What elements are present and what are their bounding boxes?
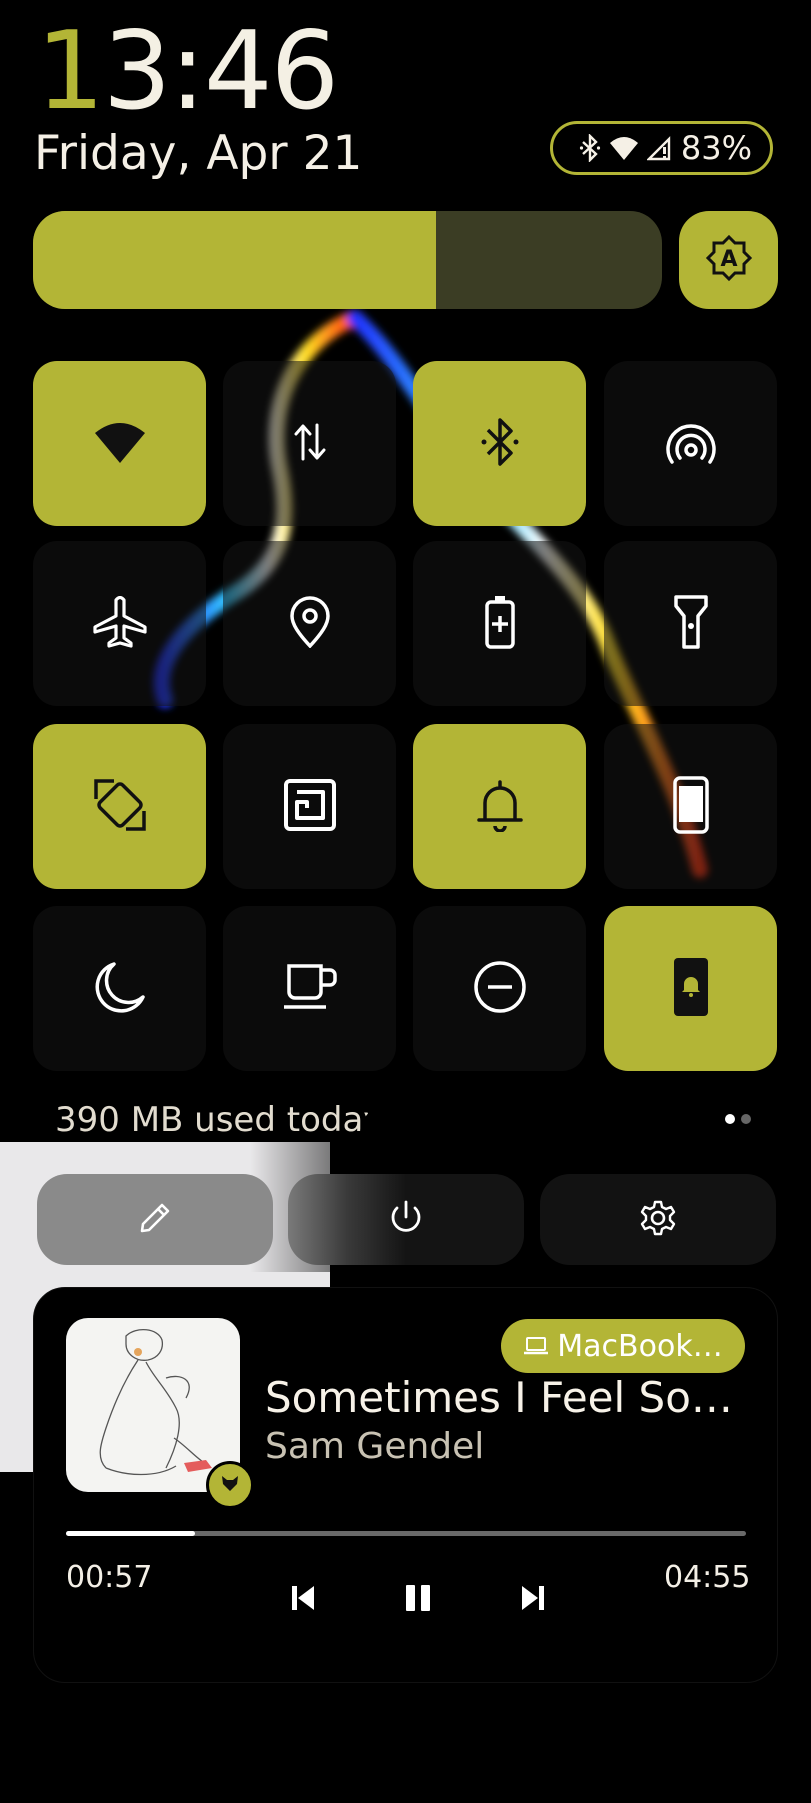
tile-caffeine[interactable] [223,906,396,1071]
data-arrows-icon [293,421,327,467]
previous-button[interactable] [278,1578,328,1622]
laptop-icon [523,1329,549,1364]
previous-icon [290,1584,316,1616]
location-icon [289,595,331,652]
minus-circle-icon [472,959,528,1019]
fox-icon [220,1473,240,1497]
total-time: 04:55 [664,1560,751,1595]
next-icon [520,1584,546,1616]
edit-button[interactable] [37,1174,273,1265]
clock-hour-digit: 1 [36,9,105,134]
moon-icon [94,961,146,1017]
app-badge [206,1461,254,1509]
tile-auto-rotate[interactable] [33,724,206,889]
tile-mobile-data[interactable] [223,361,396,526]
tile-ring-mode[interactable] [604,906,777,1071]
flashlight-icon [673,594,709,654]
pause-button[interactable] [393,1578,443,1622]
data-usage-label[interactable]: 390 MB used today [55,1100,383,1140]
tile-dnd[interactable] [413,906,586,1071]
wifi-icon [94,420,146,468]
pause-icon [403,1584,433,1616]
phone-icon [672,775,710,839]
airplane-icon [92,595,148,652]
tile-bluetooth[interactable] [413,361,586,526]
phone-bell-icon [672,956,710,1022]
battery-percent: 83% [680,129,752,167]
tile-nfc[interactable] [223,724,396,889]
tile-hotspot[interactable] [604,361,777,526]
power-icon [388,1199,424,1241]
page-dot [741,1114,751,1124]
page-dot [725,1114,735,1124]
redaction-mark [360,1104,694,1164]
tile-sound[interactable] [413,724,586,889]
gear-icon [639,1199,677,1241]
tile-battery-saver[interactable] [413,541,586,706]
status-pill[interactable]: 83% [550,121,773,175]
hotspot-icon [663,420,719,468]
tile-night[interactable] [33,906,206,1071]
track-artist: Sam Gendel [265,1426,485,1467]
seek-progress [66,1531,196,1536]
brightness-slider[interactable] [33,211,662,309]
nfc-icon [283,778,337,836]
brightness-level [33,211,436,309]
svg-text:A: A [720,247,737,272]
auto-brightness-button[interactable]: A [679,211,778,309]
wifi-icon [609,135,639,161]
tile-airplane[interactable] [33,541,206,706]
tile-location[interactable] [223,541,396,706]
tile-screen[interactable] [604,724,777,889]
date-label: Friday, Apr 21 [34,126,363,181]
clock: 13:46 [36,18,339,126]
pencil-icon [137,1200,173,1240]
seek-bar[interactable] [66,1531,746,1536]
elapsed-time: 00:57 [66,1560,153,1595]
tile-flashlight[interactable] [604,541,777,706]
tile-wifi[interactable] [33,361,206,526]
output-device-label: MacBook… [557,1328,723,1364]
power-button[interactable] [288,1174,524,1265]
bell-icon [476,778,524,836]
bluetooth-icon [480,415,520,473]
bluetooth-icon [579,134,601,162]
settings-button[interactable] [540,1174,776,1265]
coffee-icon [281,962,339,1016]
auto-brightness-icon: A [705,234,753,286]
page-indicator [725,1114,751,1124]
battery-plus-icon [484,594,516,654]
clock-rest: 3:46 [102,9,340,134]
track-title: Sometimes I Feel So G… [265,1373,745,1422]
signal-icon [646,135,673,161]
output-device-button[interactable]: MacBook… [501,1319,745,1373]
next-button[interactable] [508,1578,558,1622]
rotate-icon [92,777,148,837]
